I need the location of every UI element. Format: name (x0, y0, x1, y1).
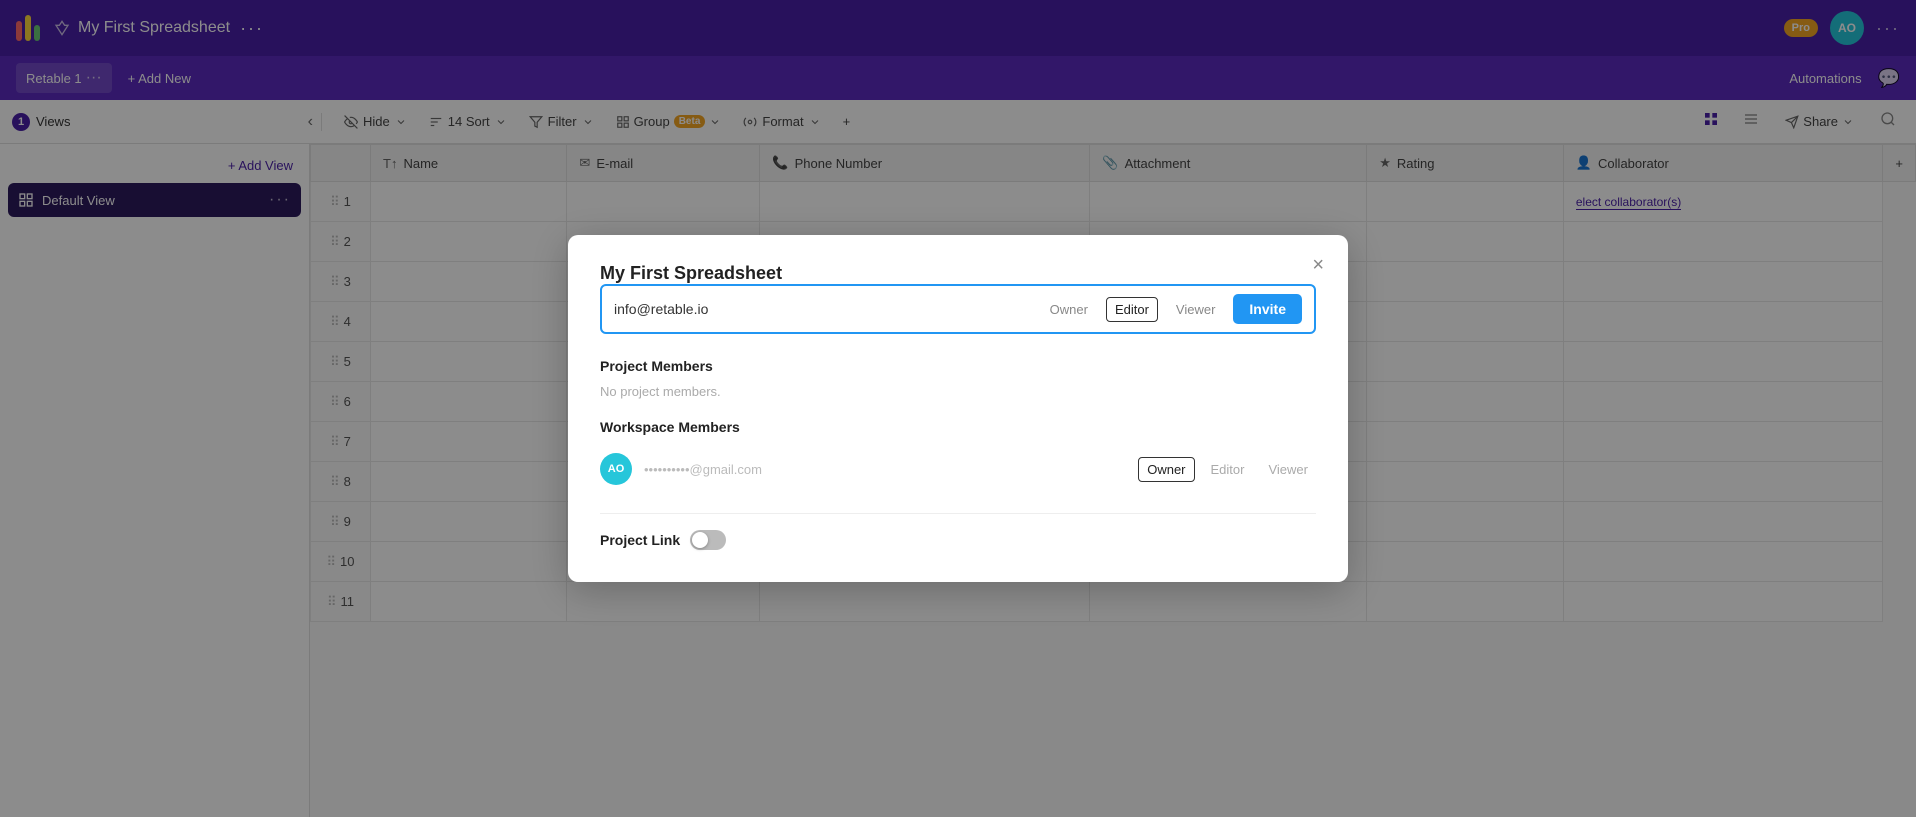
invite-row: Owner Editor Viewer Invite (600, 284, 1316, 334)
member-role-editor[interactable]: Editor (1203, 458, 1253, 481)
invite-role-editor[interactable]: Editor (1106, 297, 1158, 322)
member-roles: Owner Editor Viewer (1138, 457, 1316, 482)
invite-role-owner[interactable]: Owner (1042, 298, 1096, 321)
invite-role-viewer[interactable]: Viewer (1168, 298, 1224, 321)
invite-email-input[interactable] (614, 301, 1032, 317)
member-row: AO ••••••••••@gmail.com Owner Editor Vie… (600, 445, 1316, 493)
workspace-section: Workspace Members AO ••••••••••@gmail.co… (600, 419, 1316, 493)
project-link-toggle[interactable] (690, 530, 726, 550)
toggle-knob (692, 532, 708, 548)
member-avatar: AO (600, 453, 632, 485)
share-modal: My First Spreadsheet × Owner Editor View… (568, 235, 1348, 582)
member-role-owner[interactable]: Owner (1138, 457, 1194, 482)
modal-divider (600, 513, 1316, 514)
modal-title: My First Spreadsheet (600, 263, 782, 283)
invite-button[interactable]: Invite (1233, 294, 1302, 324)
workspace-members-title: Workspace Members (600, 419, 1316, 435)
project-members-title: Project Members (600, 358, 1316, 374)
modal-close-button[interactable]: × (1312, 255, 1324, 275)
member-email: ••••••••••@gmail.com (644, 462, 1126, 477)
project-link-label: Project Link (600, 532, 680, 548)
no-members-label: No project members. (600, 384, 1316, 399)
member-role-viewer[interactable]: Viewer (1260, 458, 1316, 481)
project-link-row: Project Link (600, 530, 1316, 550)
overlay: My First Spreadsheet × Owner Editor View… (0, 0, 1916, 817)
